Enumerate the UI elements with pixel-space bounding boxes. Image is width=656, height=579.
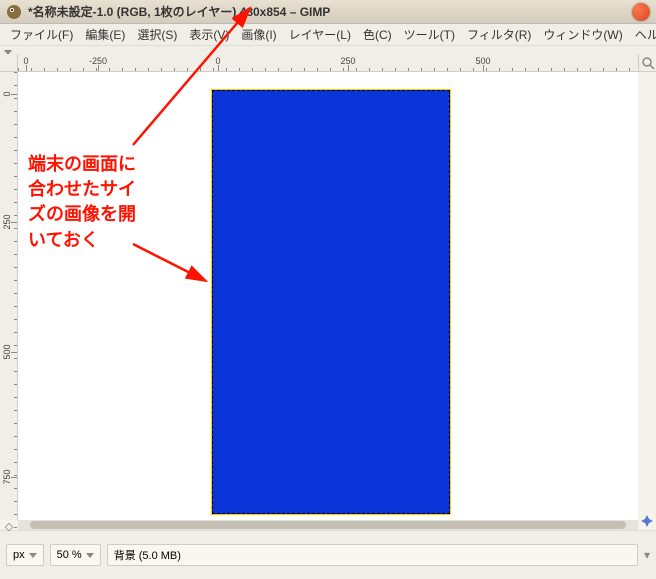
menu-edit[interactable]: 編集(E) [79,24,131,45]
menu-select[interactable]: 選択(S) [131,24,183,45]
menubar: ファイル(F) 編集(E) 選択(S) 表示(V) 画像(I) レイヤー(L) … [0,24,656,46]
menu-windows[interactable]: ウィンドウ(W) [537,24,628,45]
menu-image[interactable]: 画像(I) [235,24,282,45]
toolbar-handle [0,46,656,54]
zoom-select[interactable]: 50 % [50,544,101,566]
menu-help[interactable]: ヘル [629,24,656,45]
titlebar: *名称未設定-1.0 (RGB, 1枚のレイヤー) 480x854 – GIMP [0,0,656,24]
statusbar: px 50 % 背景 (5.0 MB) ▾ [0,530,656,579]
ruler-vertical[interactable]: 0250500750 [0,72,18,520]
navigation-icon[interactable] [638,512,656,530]
canvas-viewport[interactable] [18,72,638,520]
menu-colors[interactable]: 色(C) [357,24,398,45]
cancel-icon[interactable]: ▾ [644,548,650,562]
unit-select[interactable]: px [6,544,44,566]
window-title: *名称未設定-1.0 (RGB, 1枚のレイヤー) 480x854 – GIMP [28,3,632,20]
workspace: 0-2500250500 0250500750 ◇ 端末の画面に 合わせたサイ … [0,54,656,530]
menu-tools[interactable]: ツール(T) [398,24,461,45]
close-button[interactable] [632,3,650,21]
quickmask-toggle[interactable]: ◇ [0,520,18,532]
layer-info: 背景 (5.0 MB) [114,547,181,563]
zoom-fit-icon[interactable] [638,54,656,72]
app-icon [6,4,22,20]
zoom-label: 50 % [57,549,82,561]
ruler-origin[interactable] [0,54,18,72]
scroll-thumb-h[interactable] [30,521,626,529]
menu-file[interactable]: ファイル(F) [4,24,79,45]
menu-layer[interactable]: レイヤー(L) [283,24,357,45]
status-info: 背景 (5.0 MB) [107,544,638,566]
ruler-horizontal[interactable]: 0-2500250500 [18,54,638,72]
image-canvas[interactable] [212,90,450,514]
unit-label: px [13,549,25,561]
menu-filters[interactable]: フィルタ(R) [461,24,537,45]
scrollbar-horizontal[interactable] [18,520,638,530]
menu-view[interactable]: 表示(V) [183,24,235,45]
